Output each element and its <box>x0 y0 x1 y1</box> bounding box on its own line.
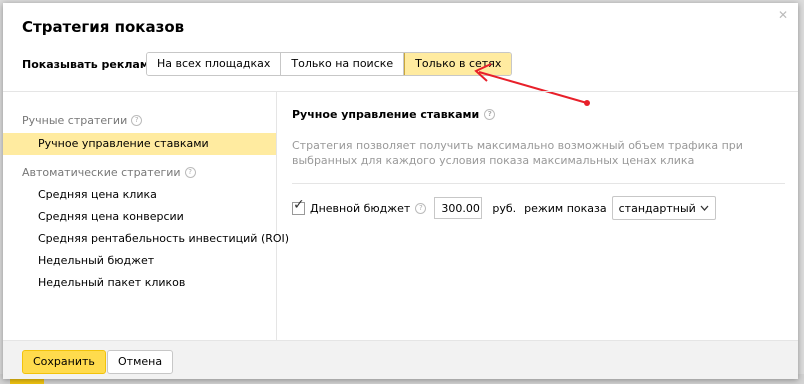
content-title-text: Ручное управление ставками <box>292 108 480 121</box>
show-ads-option-search[interactable]: Только на поиске <box>281 53 405 75</box>
display-mode-label: режим показа <box>524 201 607 215</box>
manual-strategies-label: Ручные стратегии <box>22 114 128 127</box>
close-icon[interactable]: ✕ <box>777 9 789 21</box>
sidebar-item-avg-cpc[interactable]: Средняя цена клика <box>3 184 276 206</box>
auto-strategies-group: Автоматические стратегии ? <box>22 166 196 179</box>
sidebar-item-avg-roi[interactable]: Средняя рентабельность инвестиций (ROI) <box>3 228 289 250</box>
auto-strategies-label: Автоматические стратегии <box>22 166 181 179</box>
help-icon[interactable]: ? <box>184 167 196 178</box>
help-icon[interactable]: ? <box>415 202 427 214</box>
cancel-button[interactable]: Отмена <box>107 350 174 374</box>
divider <box>292 183 785 184</box>
daily-budget-checkbox[interactable]: ✓ <box>292 198 305 215</box>
save-button[interactable]: Сохранить <box>22 350 106 374</box>
daily-budget-input[interactable]: 300.00 <box>434 197 483 219</box>
sidebar-item-manual-bid[interactable]: Ручное управление ставками <box>3 133 276 155</box>
dialog-footer: Сохранить Отмена <box>3 340 798 379</box>
annotation-arrow <box>474 63 590 106</box>
manual-strategies-group: Ручные стратегии ? <box>22 114 143 127</box>
sidebar-item-weekly-clicks[interactable]: Недельный пакет кликов <box>3 272 276 294</box>
strategy-dialog: Стратегия показов ✕ Показывать рекламу: … <box>3 3 798 379</box>
show-ads-label: Показывать рекламу: <box>22 58 161 71</box>
help-icon[interactable]: ? <box>484 109 496 120</box>
display-mode-select[interactable]: стандартный <box>611 196 716 220</box>
sidebar-item-avg-cpa[interactable]: Средняя цена конверсии <box>3 206 276 228</box>
strategy-description: Стратегия позволяет получить максимально… <box>292 139 743 167</box>
content-title: Ручное управление ставками ? <box>292 108 496 121</box>
strategy-sidebar: Ручные стратегии ? Ручное управление ста… <box>3 92 289 340</box>
help-icon[interactable]: ? <box>131 115 143 126</box>
daily-budget-row: ✓ Дневной бюджет ? 300.00 руб. режим пок… <box>292 196 716 220</box>
dialog-title: Стратегия показов <box>22 18 185 36</box>
checkmark-icon: ✓ <box>293 196 305 213</box>
daily-budget-label: Дневной бюджет <box>310 201 411 215</box>
show-ads-segmented-control: На всех площадках Только на поиске Тольк… <box>146 52 513 76</box>
display-mode-value: стандартный <box>618 201 696 215</box>
show-ads-option-all[interactable]: На всех площадках <box>147 53 282 75</box>
sidebar-item-weekly-budget[interactable]: Недельный бюджет <box>3 250 276 272</box>
currency-label: руб. <box>492 201 517 215</box>
chevron-down-icon <box>700 205 709 211</box>
